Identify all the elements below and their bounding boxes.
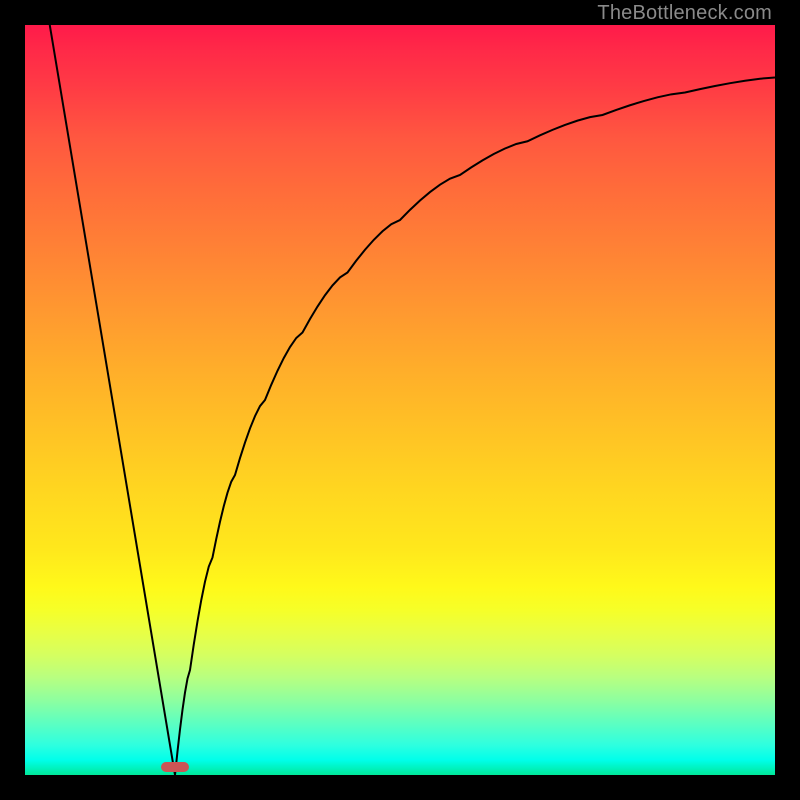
curve-left-branch <box>50 25 175 775</box>
curve-right-branch <box>175 78 775 776</box>
watermark-text: TheBottleneck.com <box>597 2 772 25</box>
plot-area <box>25 25 775 775</box>
bottleneck-marker <box>161 762 189 772</box>
bottleneck-curve <box>25 25 775 775</box>
